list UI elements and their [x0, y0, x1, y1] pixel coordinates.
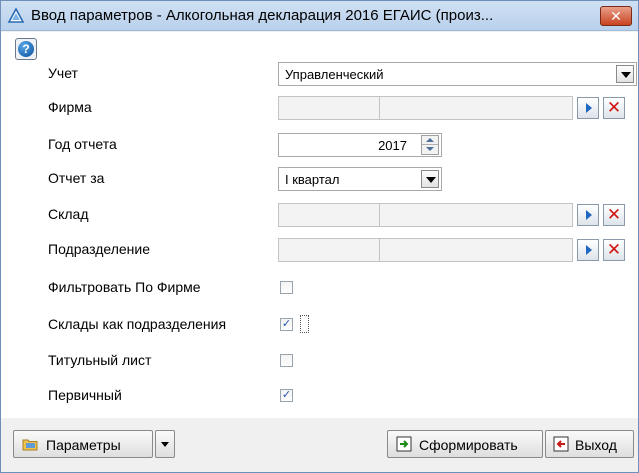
- pervichny-label: Первичный: [48, 387, 122, 403]
- help-icon: ?: [18, 41, 34, 57]
- check-icon: ✓: [281, 389, 292, 401]
- window-title: Ввод параметров - Алкогольная декларация…: [31, 7, 494, 24]
- help-button[interactable]: ?: [15, 38, 37, 60]
- exit-button[interactable]: Выход: [545, 430, 634, 458]
- uchet-value: Управленческий: [285, 67, 384, 82]
- filtr-label: Фильтровать По Фирме: [48, 279, 201, 295]
- form-button[interactable]: Сформировать: [387, 430, 543, 458]
- exit-icon: [553, 436, 569, 452]
- period-select[interactable]: I квартал: [278, 167, 442, 191]
- podrazdelenie-clear-button[interactable]: ✕: [603, 239, 625, 261]
- firma-field[interactable]: [278, 96, 573, 120]
- check-icon: ✓: [281, 318, 292, 330]
- app-icon: [7, 7, 25, 23]
- button-bar: Параметры Сформировать Выход: [1, 418, 638, 472]
- title-bar[interactable]: Ввод параметров - Алкогольная декларация…: [1, 1, 638, 31]
- form-area: ? Учет Управленческий Фирма ✕ Год отчета…: [1, 32, 638, 418]
- spin-up-icon[interactable]: [422, 136, 438, 145]
- field-divider: [379, 97, 380, 119]
- field-divider: [379, 204, 380, 226]
- chevron-down-icon: [161, 442, 169, 447]
- sklad-select-button[interactable]: [577, 204, 599, 226]
- field-divider: [379, 239, 380, 261]
- otchet-za-label: Отчет за: [48, 170, 105, 186]
- delete-icon: ✕: [606, 240, 622, 259]
- uchet-label: Учет: [48, 65, 78, 81]
- spin-down-icon[interactable]: [422, 145, 438, 154]
- uchet-select[interactable]: Управленческий: [278, 62, 637, 86]
- delete-icon: ✕: [606, 205, 622, 224]
- god-label: Год отчета: [48, 136, 117, 152]
- close-icon: ✕: [610, 8, 622, 24]
- pervichny-checkbox[interactable]: ✓: [280, 389, 293, 402]
- podrazdelenie-field[interactable]: [278, 238, 573, 262]
- focus-indicator: [300, 315, 309, 333]
- sklady-kak-label: Склады как подразделения: [48, 316, 227, 332]
- podrazdelenie-label: Подразделение: [48, 241, 151, 257]
- sklad-clear-button[interactable]: ✕: [603, 204, 625, 226]
- folder-icon: [22, 439, 38, 451]
- firma-clear-button[interactable]: ✕: [603, 97, 625, 119]
- params-button[interactable]: Параметры: [13, 430, 153, 458]
- form-label: Сформировать: [419, 437, 518, 453]
- sklady-kak-checkbox[interactable]: ✓: [280, 318, 293, 331]
- delete-icon: ✕: [606, 98, 622, 117]
- year-value: 2017: [378, 138, 407, 153]
- titul-label: Титульный лист: [48, 352, 152, 368]
- period-value: I квартал: [285, 172, 340, 187]
- close-button[interactable]: ✕: [600, 6, 632, 26]
- firma-select-button[interactable]: [577, 97, 599, 119]
- chevron-down-icon[interactable]: [616, 65, 634, 83]
- sklad-field[interactable]: [278, 203, 573, 227]
- firma-label: Фирма: [48, 99, 92, 115]
- spinner-buttons: [421, 135, 439, 155]
- titul-checkbox[interactable]: [280, 354, 293, 367]
- sklad-label: Склад: [48, 206, 89, 222]
- generate-icon: [396, 436, 412, 452]
- chevron-down-icon[interactable]: [421, 170, 439, 188]
- exit-label: Выход: [575, 437, 617, 453]
- podrazdelenie-select-button[interactable]: [577, 239, 599, 261]
- year-spinner[interactable]: 2017: [278, 133, 442, 157]
- filtr-checkbox[interactable]: [280, 281, 293, 294]
- dialog-window: Ввод параметров - Алкогольная декларация…: [0, 0, 639, 473]
- params-dropdown-button[interactable]: [155, 430, 175, 458]
- params-label: Параметры: [46, 437, 121, 453]
